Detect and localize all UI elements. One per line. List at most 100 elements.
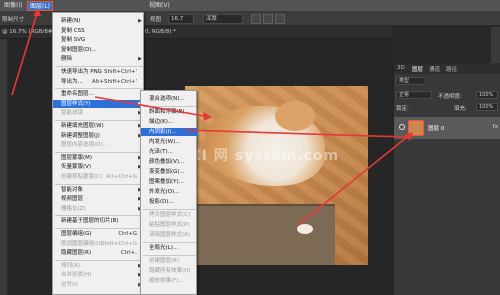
eye-icon[interactable] xyxy=(399,124,405,130)
menu-image[interactable]: 图像(I) xyxy=(2,1,24,11)
style-menu-item-1[interactable]: 斜面和浮雕(B)... xyxy=(141,108,198,116)
layer-menu-item-1[interactable]: 复制 CSS xyxy=(53,27,145,35)
menu-separator xyxy=(55,259,143,261)
style-menu-item-5[interactable]: 光泽(T)... xyxy=(141,148,198,156)
layer-menu-item-5[interactable]: 快速导出为 PNG Shift+Ctrl+' xyxy=(53,68,145,76)
style-menu-item-7[interactable]: 渐变叠加(G)... xyxy=(141,168,198,176)
layer-menu-item-6[interactable]: 导出为... Alt+Shift+Ctrl+' xyxy=(53,78,145,86)
layer-style-submenu: 混合选项(N)... 斜面和浮雕(B)... 描边(K)... 内阴影(I)... 内发… xyxy=(140,90,198,295)
layer-menu-item-label: 创建剪贴蒙版(C) xyxy=(61,174,103,180)
layer-menu-item-24: 合并形状(H)▶ xyxy=(53,271,145,279)
style-menu-item-13: 清除图层样式(A) xyxy=(141,231,198,239)
chevron-right-icon: ▶ xyxy=(138,56,142,63)
layer-menu-item-13[interactable]: 图层蒙版(M)▶ xyxy=(53,154,145,162)
style-menu-item-label: 创建图层(R) xyxy=(149,258,180,264)
layer-menu-item-4[interactable]: 删除 ▶ xyxy=(53,55,145,63)
menu-separator xyxy=(55,183,143,185)
layer-menu-item-20[interactable]: 图层编组(G) Ctrl+G xyxy=(53,230,145,238)
style-menu-item-label: 光泽(T)... xyxy=(149,149,173,155)
style-menu-item-label: 粘贴图层样式(P) xyxy=(149,222,190,228)
style-menu-item-label: 颜色叠加(V)... xyxy=(149,159,185,165)
style-menu-item-3[interactable]: 内阴影(I)... xyxy=(141,128,198,136)
layer-menu-item-9: 智能滤镜▶ xyxy=(53,109,145,117)
layer-menu-item-label: 新建基于图层的切片(B) xyxy=(61,218,119,225)
layer-menu-item-label: 重命名图层... xyxy=(61,91,94,98)
options-field1[interactable]: 16.7 xyxy=(168,14,194,24)
chevron-right-icon: ▶ xyxy=(138,18,142,24)
menu-separator xyxy=(143,106,196,107)
fill-label: 填充: xyxy=(454,106,467,112)
tab-channels[interactable]: 通道 xyxy=(429,65,440,73)
layer-menu-item-shortcut: Ctrl+G xyxy=(118,231,137,237)
fill-input[interactable]: 100% xyxy=(476,103,498,111)
layer-menu-item-label: 新建调整图层(J) xyxy=(61,132,100,139)
tab-3d[interactable]: 3D xyxy=(397,65,405,71)
layer-menu-item-3[interactable]: 复制图层(D)... xyxy=(53,46,145,54)
layer-name[interactable]: 图层 0 xyxy=(428,124,444,132)
layer-menu-item-label: 复制图层(D)... xyxy=(61,46,97,53)
layer-row[interactable]: 图层 0 fx xyxy=(394,117,500,139)
menu-separator xyxy=(143,242,196,243)
style-menu-item-label: 隐藏所有效果(H) xyxy=(149,268,191,274)
blend-row: 正常 不透明度: 100% xyxy=(396,91,499,101)
layer-menu-item-16[interactable]: 智能对象▶ xyxy=(53,186,145,194)
style-menu-item-6[interactable]: 颜色叠加(V)... xyxy=(141,158,198,166)
layer-menu-item-10[interactable]: 新建填充图层(W)▶ xyxy=(53,122,145,130)
layer-menu-item-11[interactable]: 新建调整图层(J)▶ xyxy=(53,132,145,140)
align-center-icon[interactable] xyxy=(263,14,273,24)
style-menu-item-label: 内发光(W)... xyxy=(149,139,181,145)
doc-tab-2[interactable]: 0, RGB/8) * xyxy=(145,29,176,35)
menu-separator xyxy=(55,228,143,229)
layer-menu-item-2[interactable]: 复制 SVG xyxy=(53,36,145,44)
layer-menu-item-label: 图层内容选项(O)... xyxy=(61,142,108,149)
layer-menu-item-label: 视频图层 xyxy=(61,196,84,203)
menu-bar: 图像(I) 图层(L) 视图(V) xyxy=(0,0,500,12)
style-menu-item-17: 缩放效果(F)... xyxy=(141,277,198,285)
align-right-icon[interactable] xyxy=(275,14,285,24)
dog-head xyxy=(275,101,315,131)
layers-panel: 3D 图层 通道 路径 类型 正常 不透明度: 100% 锁定: 填充: 100… xyxy=(393,63,500,295)
menu-view[interactable]: 视图(V) xyxy=(147,1,172,11)
layer-menu-item-8[interactable]: 图层样式(Y)▶ xyxy=(53,99,145,108)
style-menu-item-4[interactable]: 内发光(W)... xyxy=(141,138,198,146)
layer-menu-item-label: 图层蒙版(M) xyxy=(61,154,93,161)
style-menu-item-label: 内阴影(I)... xyxy=(149,129,177,135)
opacity-input[interactable]: 100% xyxy=(476,91,498,99)
menu-layer[interactable]: 图层(L) xyxy=(27,1,54,11)
style-menu-item-11: 拷贝图层样式(C) xyxy=(141,211,198,219)
layer-menu-item-shortcut: Alt+Shift+Ctrl+' xyxy=(91,78,137,85)
options-extra-text: 视图 xyxy=(150,17,162,23)
layer-menu-item-17[interactable]: 视频图层▶ xyxy=(53,195,145,203)
layer-menu-item-0[interactable]: 新建(N) ▶ xyxy=(53,17,145,25)
tab-layers[interactable]: 图层 xyxy=(412,65,423,73)
layer-menu-item-19[interactable]: 新建基于图层的切片(B) xyxy=(53,217,145,225)
style-menu-item-8[interactable]: 图案叠加(Y)... xyxy=(141,178,198,186)
kind-select[interactable]: 类型 xyxy=(396,77,426,85)
layer-menu-item-7[interactable]: 重命名图层... xyxy=(53,90,145,98)
layer-menu-item-21: 取消图层编组(U) Shift+Ctrl+G xyxy=(53,240,145,248)
style-menu-item-0[interactable]: 混合选项(N)... xyxy=(141,95,198,103)
style-menu-item-15: 创建图层(R) xyxy=(141,257,198,265)
layer-menu-item-15: 创建剪贴蒙版(C) Alt+Ctrl+G xyxy=(53,173,145,181)
layer-menu-item-label: 快速导出为 PNG xyxy=(61,69,102,75)
fx-icon[interactable]: fx xyxy=(493,124,498,130)
style-menu-item-9[interactable]: 外发光(O)... xyxy=(141,188,198,196)
align-left-icon[interactable] xyxy=(251,14,261,24)
style-menu-item-label: 投影(D)... xyxy=(149,199,174,205)
layer-menu-item-22[interactable]: 隐藏图层(R) Ctrl+, xyxy=(53,249,145,257)
style-menu-item-2[interactable]: 描边(K)... xyxy=(141,118,198,126)
mode-select[interactable]: 浑厚 xyxy=(203,14,243,24)
style-menu-item-10[interactable]: 投影(D)... xyxy=(141,198,198,206)
opacity-label: 不透明度: xyxy=(438,94,462,100)
layer-menu-item-label: 复制 CSS xyxy=(61,27,85,34)
layer-menu-item-shortcut: Shift+Ctrl+G xyxy=(101,240,137,247)
layer-thumbnail[interactable] xyxy=(408,120,424,136)
layers-panel-tabs: 3D 图层 通道 路径 xyxy=(394,63,500,74)
style-menu-item-14[interactable]: 全局光(L)... xyxy=(141,244,198,252)
lock-row: 锁定: 填充: 100% xyxy=(396,103,499,113)
layer-menu-item-label: 取消图层编组(U) xyxy=(61,240,103,247)
layer-menu-item-14[interactable]: 矢量蒙版(V)▶ xyxy=(53,163,145,171)
tab-paths[interactable]: 路径 xyxy=(446,65,457,73)
doc-tab[interactable]: @ 16.7% (RGB/8#) xyxy=(2,29,55,35)
blend-mode-select[interactable]: 正常 xyxy=(396,91,432,99)
